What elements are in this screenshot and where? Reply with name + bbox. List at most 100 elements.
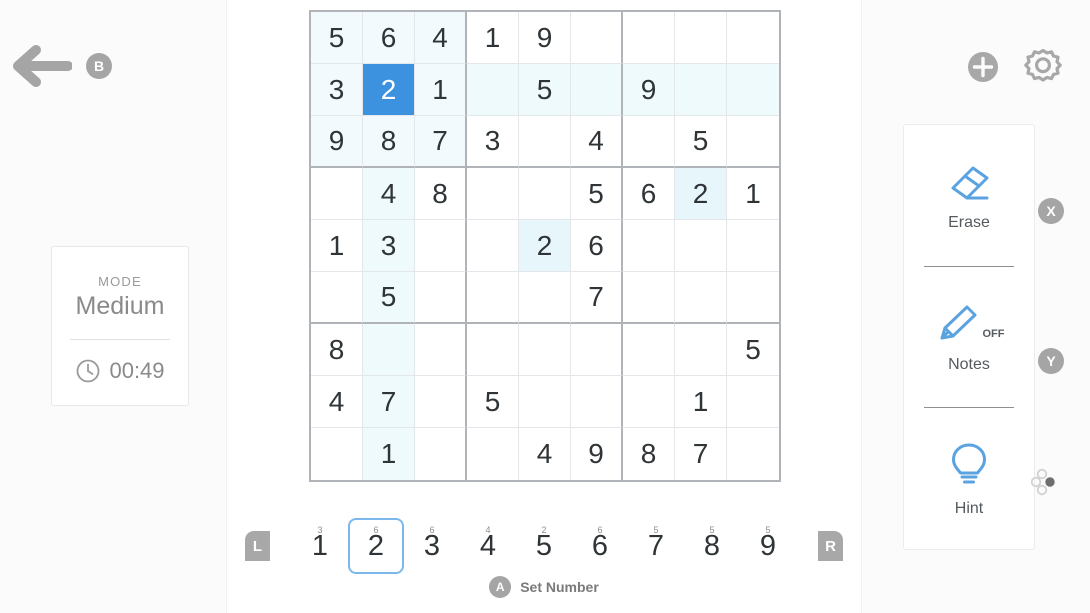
cell-r9-c2[interactable]: 1 [363,428,415,480]
number-button-3[interactable]: 63 [404,518,460,574]
hint-tool[interactable]: Hint [904,408,1034,549]
number-button-6[interactable]: 66 [572,518,628,574]
dpad-icon[interactable] [1031,468,1065,502]
number-button-2[interactable]: 62 [348,518,404,574]
number-button-1[interactable]: 31 [292,518,348,574]
cell-r1-c8[interactable] [675,12,727,64]
gamepad-y-badge[interactable]: Y [1038,348,1064,374]
arrow-left-icon[interactable] [8,44,72,88]
erase-tool[interactable]: Erase [904,125,1034,266]
cell-r8-c2[interactable]: 7 [363,376,415,428]
cell-r4-c9[interactable]: 1 [727,168,779,220]
cell-r3-c1[interactable]: 9 [311,116,363,168]
cell-r8-c5[interactable] [519,376,571,428]
cell-r9-c8[interactable]: 7 [675,428,727,480]
back-control[interactable]: B [8,44,112,88]
cell-r4-c1[interactable] [311,168,363,220]
cell-r5-c6[interactable]: 6 [571,220,623,272]
cell-r7-c4[interactable] [467,324,519,376]
plus-circle-icon[interactable] [966,50,1000,84]
cell-r6-c9[interactable] [727,272,779,324]
gamepad-a-badge[interactable]: A [489,576,512,598]
cell-r2-c1[interactable]: 3 [311,64,363,116]
cell-r2-c2[interactable]: 2 [363,64,415,116]
cell-r7-c1[interactable]: 8 [311,324,363,376]
cell-r9-c5[interactable]: 4 [519,428,571,480]
cell-r9-c3[interactable] [415,428,467,480]
gamepad-b-badge[interactable]: B [86,53,112,79]
cell-r3-c8[interactable]: 5 [675,116,727,168]
cell-r7-c2[interactable] [363,324,415,376]
cell-r2-c5[interactable]: 5 [519,64,571,116]
cell-r9-c7[interactable]: 8 [623,428,675,480]
number-button-8[interactable]: 58 [684,518,740,574]
cell-r7-c9[interactable]: 5 [727,324,779,376]
cell-r7-c8[interactable] [675,324,727,376]
cell-r8-c8[interactable]: 1 [675,376,727,428]
cell-r8-c4[interactable]: 5 [467,376,519,428]
cell-r4-c2[interactable]: 4 [363,168,415,220]
cell-r3-c4[interactable]: 3 [467,116,519,168]
cell-r5-c2[interactable]: 3 [363,220,415,272]
cell-r3-c6[interactable]: 4 [571,116,623,168]
cell-r8-c6[interactable] [571,376,623,428]
cell-r5-c3[interactable] [415,220,467,272]
cell-r9-c1[interactable] [311,428,363,480]
cell-r9-c4[interactable] [467,428,519,480]
cell-r2-c3[interactable]: 1 [415,64,467,116]
cell-r6-c1[interactable] [311,272,363,324]
cell-r6-c3[interactable] [415,272,467,324]
gear-icon[interactable] [1022,46,1064,88]
cell-r5-c7[interactable] [623,220,675,272]
cell-r1-c6[interactable] [571,12,623,64]
cell-r1-c5[interactable]: 9 [519,12,571,64]
cell-r2-c9[interactable] [727,64,779,116]
cell-r7-c7[interactable] [623,324,675,376]
cell-r1-c9[interactable] [727,12,779,64]
cell-r7-c3[interactable] [415,324,467,376]
cell-r6-c5[interactable] [519,272,571,324]
cell-r5-c8[interactable] [675,220,727,272]
number-button-5[interactable]: 25 [516,518,572,574]
cell-r4-c8[interactable]: 2 [675,168,727,220]
cell-r1-c7[interactable] [623,12,675,64]
cell-r9-c6[interactable]: 9 [571,428,623,480]
cell-r2-c7[interactable]: 9 [623,64,675,116]
cell-r4-c6[interactable]: 5 [571,168,623,220]
cell-r1-c3[interactable]: 4 [415,12,467,64]
cell-r9-c9[interactable] [727,428,779,480]
cell-r1-c1[interactable]: 5 [311,12,363,64]
cell-r6-c8[interactable] [675,272,727,324]
cell-r6-c6[interactable]: 7 [571,272,623,324]
cell-r3-c5[interactable] [519,116,571,168]
cell-r5-c9[interactable] [727,220,779,272]
cell-r8-c9[interactable] [727,376,779,428]
cell-r5-c5[interactable]: 2 [519,220,571,272]
cell-r1-c2[interactable]: 6 [363,12,415,64]
cell-r4-c5[interactable] [519,168,571,220]
cell-r3-c2[interactable]: 8 [363,116,415,168]
cell-r3-c7[interactable] [623,116,675,168]
cell-r8-c1[interactable]: 4 [311,376,363,428]
cell-r8-c3[interactable] [415,376,467,428]
sudoku-board[interactable]: 564193215998734548562113265785475114987 [309,10,781,482]
gamepad-x-badge[interactable]: X [1038,198,1064,224]
number-button-9[interactable]: 59 [740,518,796,574]
number-button-4[interactable]: 44 [460,518,516,574]
cell-r7-c5[interactable] [519,324,571,376]
cell-r6-c4[interactable] [467,272,519,324]
cell-r4-c7[interactable]: 6 [623,168,675,220]
number-button-7[interactable]: 57 [628,518,684,574]
shoulder-right-button[interactable]: R [818,531,843,561]
cell-r6-c7[interactable] [623,272,675,324]
cell-r1-c4[interactable]: 1 [467,12,519,64]
cell-r2-c8[interactable] [675,64,727,116]
cell-r6-c2[interactable]: 5 [363,272,415,324]
cell-r2-c4[interactable] [467,64,519,116]
cell-r2-c6[interactable] [571,64,623,116]
cell-r4-c4[interactable] [467,168,519,220]
cell-r3-c9[interactable] [727,116,779,168]
cell-r8-c7[interactable] [623,376,675,428]
cell-r3-c3[interactable]: 7 [415,116,467,168]
cell-r7-c6[interactable] [571,324,623,376]
